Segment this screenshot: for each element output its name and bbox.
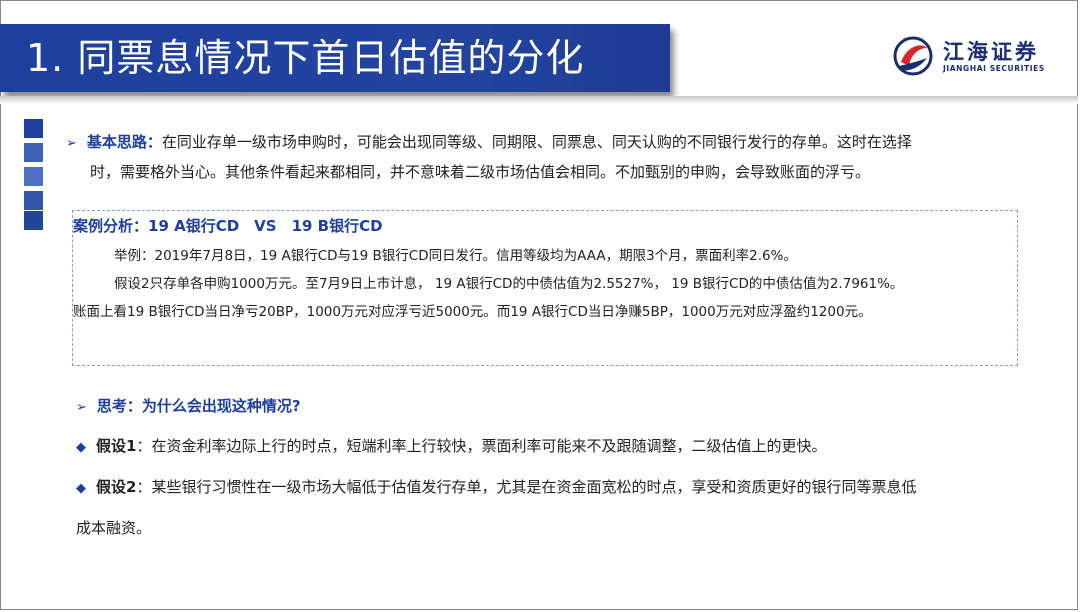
logo-chinese-name: 江海证券 [943, 40, 1039, 64]
basic-idea-line2: 时，需要格外当心。其他条件看起来都相同，并不意味着二级市场估值会相同。不加甄别的… [90, 163, 871, 181]
basic-idea-line1: ➢ 基本思路：在同业存单一级市场申购时，可能会出现同等级、同期限、同票息、同天认购… [66, 128, 912, 158]
basic-idea-label: 基本思路： [86, 133, 162, 151]
arrow-bullet-icon: ➢ [66, 136, 77, 151]
page-title: 1. 同票息情况下首日估值的分化 [26, 36, 585, 80]
case-line-3: 账面上看19 B银行CD当日净亏20BP，1000万元对应浮亏近5000元。而1… [73, 304, 872, 320]
decor-square [24, 191, 43, 210]
think-label: 思考：为什么会出现这种情况? [96, 397, 301, 415]
decor-square [24, 167, 43, 186]
hypothesis-1-label: 假设1 [96, 437, 137, 455]
decor-square [24, 143, 43, 162]
diamond-bullet-icon: ◆ [76, 481, 86, 496]
hypothesis-2-continued: 成本融资。 [76, 519, 152, 537]
jianghai-logo-icon [893, 36, 933, 76]
think-line: ➢ 思考：为什么会出现这种情况? [76, 392, 301, 422]
decor-square [24, 211, 43, 230]
hypothesis-2-text: ：某些银行习惯性在一级市场大幅低于估值发行存单，尤其是在资金面宽松的时点，享受和… [136, 478, 917, 496]
case-line-2: 假设2只存单各申购1000万元。至7月9日上市计息， 19 A银行CD的中债估值… [114, 276, 904, 292]
case-line-1: 举例：2019年7月8日，19 A银行CD与19 B银行CD同日发行。信用等级均… [114, 248, 797, 264]
diamond-bullet-icon: ◆ [76, 440, 86, 455]
basic-idea-text: 在同业存单一级市场申购时，可能会出现同等级、同期限、同票息、同天认购的不同银行发… [161, 133, 912, 151]
logo-english-name: JIANGHAI SECURITIES [943, 64, 1045, 73]
hypothesis-2: ◆ 假设2：某些银行习惯性在一级市场大幅低于估值发行存单，尤其是在资金面宽松的时点… [76, 473, 916, 503]
arrow-bullet-icon: ➢ [76, 400, 87, 415]
company-logo: 江海证券 JIANGHAI SECURITIES [893, 34, 1063, 82]
hypothesis-2-label: 假设2 [96, 478, 137, 496]
decor-square [24, 119, 43, 138]
hypothesis-1: ◆ 假设1：在资金利率边际上行的时点，短端利率上行较快，票面利率可能来不及跟随调整… [76, 432, 826, 462]
header-rule [0, 96, 1078, 104]
case-analysis-title: 案例分析：19 A银行CD VS 19 B银行CD [73, 217, 383, 235]
hypothesis-1-text: ：在资金利率边际上行的时点，短端利率上行较快，票面利率可能来不及跟随调整，二级估… [136, 437, 827, 455]
